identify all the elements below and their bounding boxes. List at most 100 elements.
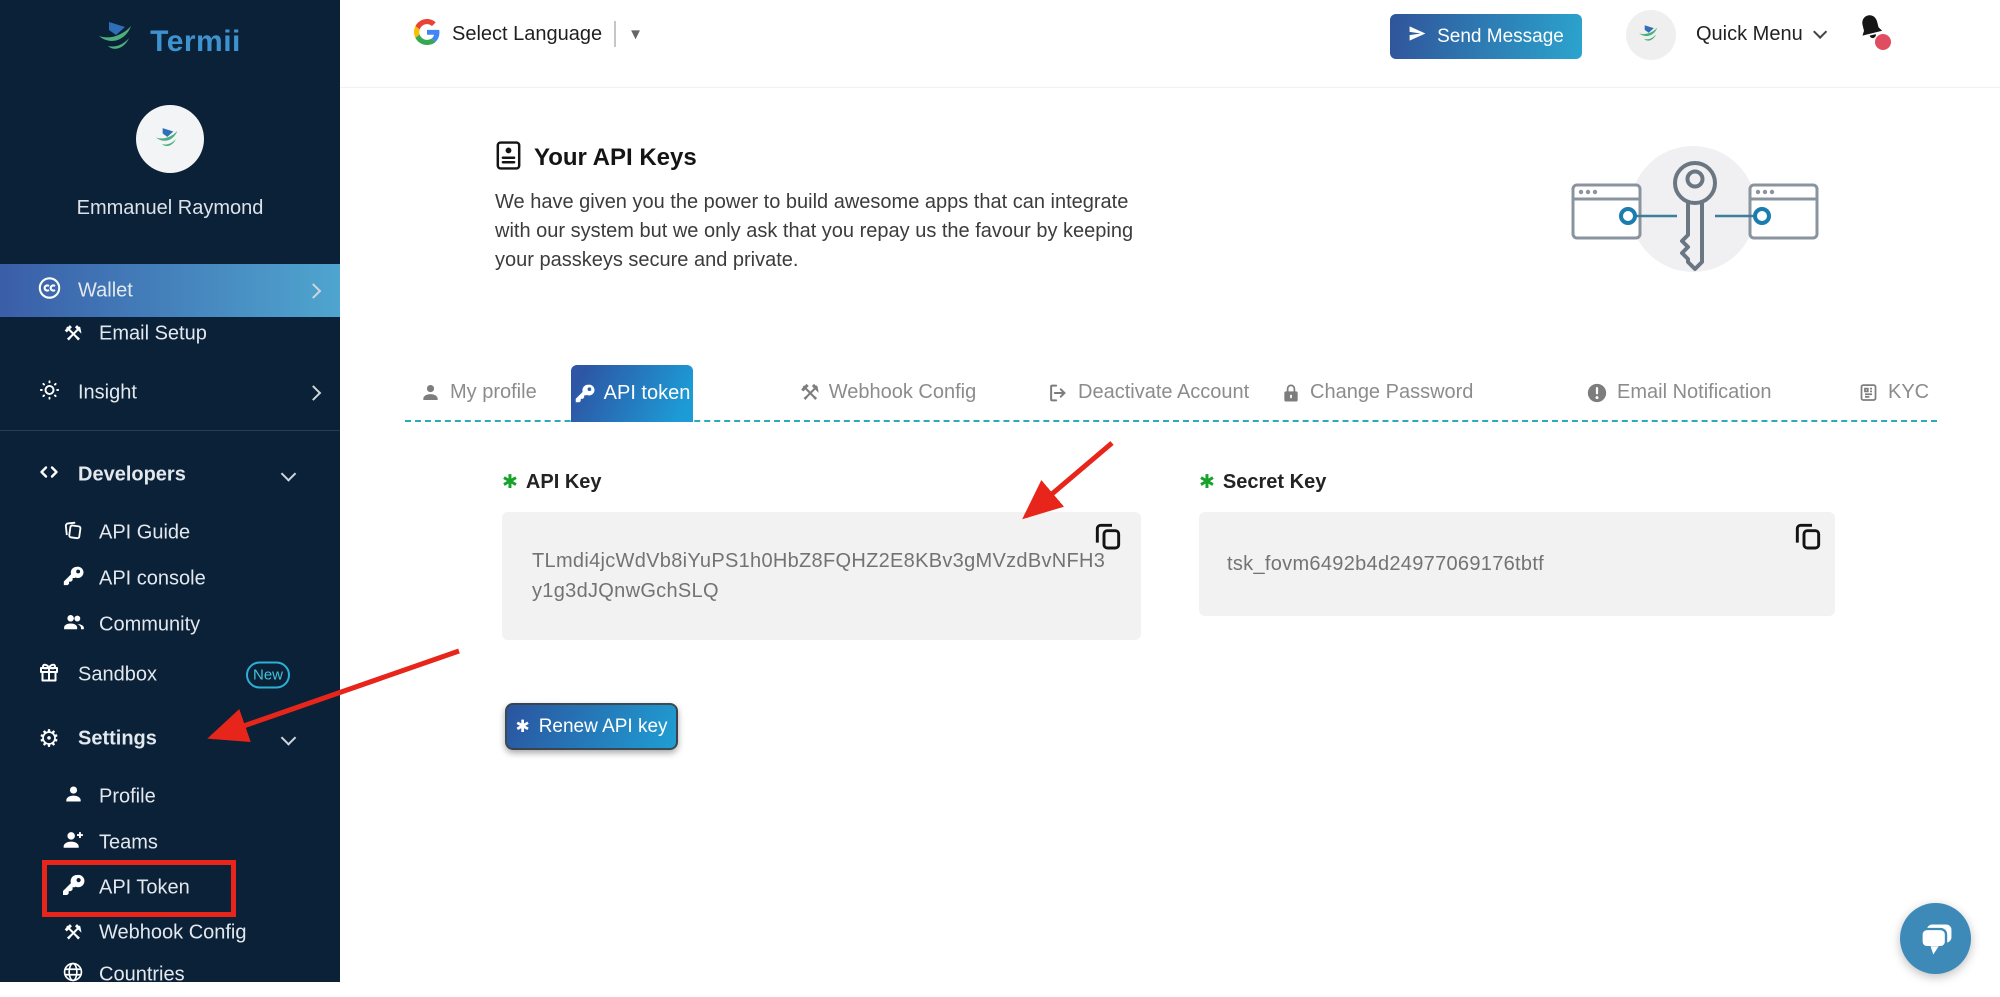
brand-logo[interactable]: Termii <box>0 22 340 61</box>
renew-api-key-button[interactable]: ✱ Renew API key <box>505 703 678 750</box>
sidebar-item-label: API console <box>99 568 206 591</box>
main-content: Your API Keys We have given you the powe… <box>340 88 2000 982</box>
send-message-label: Send Message <box>1437 26 1564 48</box>
person-plus-icon <box>60 829 86 857</box>
chevron-down-icon <box>281 730 297 746</box>
sidebar-item-label: Insight <box>78 382 137 405</box>
hammer-wrench-icon: ⚒ <box>800 380 820 406</box>
sidebar-item-settings[interactable]: ⚙ Settings <box>0 717 340 761</box>
id-card-icon <box>1858 382 1879 403</box>
sidebar-divider <box>0 430 340 431</box>
person-icon <box>420 382 441 403</box>
api-key-label-row: ✱ API Key <box>502 471 602 494</box>
sidebar-item-api-console[interactable]: API console <box>0 557 340 601</box>
sidebar-item-label: Teams <box>99 832 158 855</box>
green-burst-icon: ✱ <box>1199 473 1215 492</box>
topbar-avatar[interactable] <box>1626 10 1676 60</box>
exclamation-circle-icon <box>1586 382 1608 404</box>
white-burst-icon: ✱ <box>515 717 529 737</box>
user-avatar <box>136 105 204 173</box>
quick-menu-label: Quick Menu <box>1696 23 1803 46</box>
copy-secret-key-button[interactable] <box>1792 520 1824 552</box>
address-card-icon <box>495 140 522 176</box>
sidebar-item-countries[interactable]: Countries <box>0 953 340 997</box>
page-head: Your API Keys <box>495 140 697 176</box>
sidebar-item-label: Developers <box>78 464 186 487</box>
sidebar-item-label: Profile <box>99 786 156 809</box>
quick-menu[interactable]: Quick Menu <box>1696 14 1823 54</box>
paper-plane-icon <box>1408 24 1427 49</box>
tab-change-password[interactable]: Change Password <box>1281 365 1473 420</box>
tab-label: API token <box>604 382 691 405</box>
api-key-value-box: TLmdi4jcWdVb8iYuPS1h0HbZ8FQHZ2E8KBv3gMVz… <box>502 512 1141 640</box>
api-key-value: TLmdi4jcWdVb8iYuPS1h0HbZ8FQHZ2E8KBv3gMVz… <box>532 546 1111 606</box>
gear-icon: ⚙ <box>36 725 62 754</box>
sidebar-item-insight[interactable]: Insight <box>0 371 340 415</box>
notification-dot <box>1875 34 1891 50</box>
tab-api-token[interactable]: API token <box>571 365 693 422</box>
topbar: Select Language ▼ Send Message Quick Men… <box>340 0 2000 88</box>
sun-icon <box>36 379 62 408</box>
tab-label: Deactivate Account <box>1078 381 1249 404</box>
sidebar-item-label: Settings <box>78 728 157 751</box>
sidebar-item-email-setup[interactable]: ⚒ Email Setup <box>0 312 340 356</box>
termii-bird-icon <box>99 22 141 61</box>
secret-key-label: Secret Key <box>1223 471 1326 494</box>
chevron-down-icon <box>1813 25 1827 39</box>
language-label: Select Language <box>452 23 602 46</box>
tab-email-notification[interactable]: Email Notification <box>1586 365 1772 420</box>
sidebar-item-webhook-config[interactable]: ⚒ Webhook Config <box>0 911 340 955</box>
secret-key-value-box: tsk_fovm6492b4d24977069176tbtf <box>1199 512 1835 616</box>
google-icon <box>414 19 440 50</box>
chat-widget-button[interactable] <box>1900 903 1971 974</box>
api-keys-illustration <box>1565 138 1845 283</box>
language-selector[interactable]: Select Language ▼ <box>414 14 643 54</box>
tab-label: Email Notification <box>1617 381 1772 404</box>
chevron-down-icon <box>281 466 297 482</box>
key-icon <box>574 383 595 404</box>
sidebar-item-api-guide[interactable]: API Guide <box>0 511 340 555</box>
copy-icon <box>1792 520 1824 552</box>
sidebar-item-teams[interactable]: Teams <box>0 821 340 865</box>
notification-bell[interactable] <box>1855 12 1895 54</box>
sidebar-item-sandbox[interactable]: Sandbox New <box>0 653 340 697</box>
tab-kyc[interactable]: KYC <box>1858 365 1929 420</box>
sidebar-item-label: Sandbox <box>78 664 157 687</box>
gift-icon <box>36 660 62 690</box>
renew-api-key-label: Renew API key <box>539 716 668 738</box>
sidebar-item-wallet[interactable]: Wallet <box>0 264 340 317</box>
tab-my-profile[interactable]: My profile <box>420 365 537 420</box>
secret-key-value: tsk_fovm6492b4d24977069176tbtf <box>1227 553 1544 576</box>
page-description: We have given you the power to build awe… <box>495 188 1155 275</box>
hammer-wrench-icon: ⚒ <box>60 322 86 347</box>
settings-tabs: My profile API token ⚒ Webhook Config De… <box>340 365 2000 422</box>
people-icon <box>60 611 86 640</box>
termii-bird-icon <box>1639 25 1663 45</box>
wallet-icon <box>36 275 62 306</box>
key-icon <box>60 565 86 593</box>
tab-label: Webhook Config <box>829 381 977 404</box>
globe-icon <box>60 961 86 989</box>
tab-label: Change Password <box>1310 381 1473 404</box>
sidebar-item-developers[interactable]: Developers <box>0 453 340 497</box>
person-icon <box>60 784 86 811</box>
annotation-red-rectangle <box>42 860 236 917</box>
sidebar-item-label: Countries <box>99 964 185 987</box>
copy-api-key-button[interactable] <box>1092 520 1124 552</box>
code-icon <box>36 460 62 490</box>
send-message-button[interactable]: Send Message <box>1390 14 1582 59</box>
api-key-label: API Key <box>526 471 602 494</box>
sidebar-item-profile[interactable]: Profile <box>0 775 340 819</box>
pages-icon <box>60 519 86 547</box>
sidebar-item-community[interactable]: Community <box>0 603 340 647</box>
page-title: Your API Keys <box>534 144 697 172</box>
chevron-right-icon <box>306 385 322 401</box>
sidebar-item-label: Community <box>99 614 200 637</box>
sidebar-item-label: Wallet <box>78 279 133 302</box>
secret-key-label-row: ✱ Secret Key <box>1199 471 1326 494</box>
chat-bubbles-icon <box>1916 920 1956 958</box>
tab-webhook-config[interactable]: ⚒ Webhook Config <box>800 365 976 420</box>
tab-deactivate-account[interactable]: Deactivate Account <box>1047 365 1249 420</box>
sidebar-item-label: API Guide <box>99 522 190 545</box>
hammer-wrench-icon: ⚒ <box>60 921 86 946</box>
